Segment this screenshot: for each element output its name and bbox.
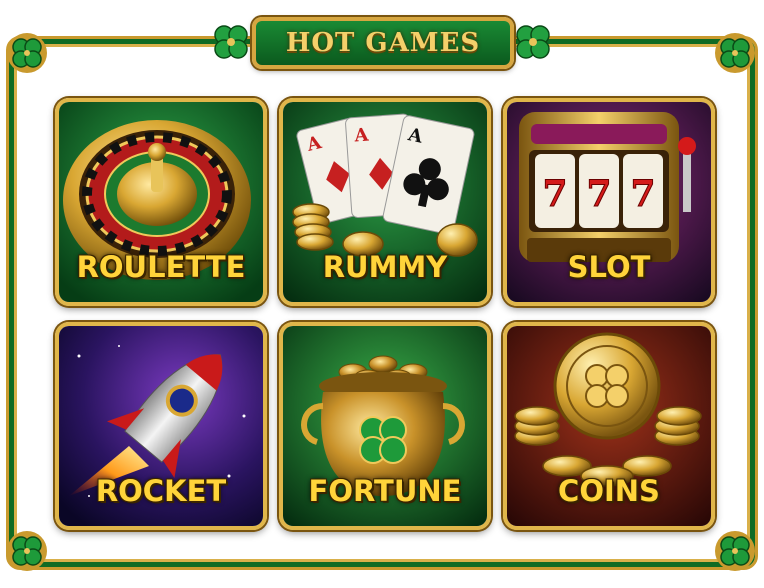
clover-corner-icon — [715, 33, 755, 73]
game-tile-coins[interactable]: COINS — [503, 322, 715, 530]
svg-text:7: 7 — [586, 173, 611, 215]
game-tile-roulette[interactable]: ROULETTE — [55, 98, 267, 306]
svg-text:A: A — [353, 125, 370, 147]
game-tile-rummy[interactable]: A A A RUMMY — [279, 98, 491, 306]
game-tile-slot[interactable]: 7 7 7 SLOT — [503, 98, 715, 306]
title-banner: HOT GAMES — [252, 17, 514, 69]
clover-corner-icon — [7, 531, 47, 571]
game-label: FORTUNE — [308, 474, 462, 508]
svg-text:7: 7 — [542, 173, 567, 215]
clover-icon — [516, 25, 550, 59]
clover-corner-icon — [7, 33, 47, 73]
game-label: COINS — [558, 474, 660, 508]
clover-icon — [214, 25, 248, 59]
game-label: SLOT — [567, 250, 651, 284]
game-tile-rocket[interactable]: ROCKET — [55, 322, 267, 530]
svg-text:7: 7 — [630, 173, 655, 215]
game-label: ROCKET — [95, 474, 227, 508]
game-label: RUMMY — [322, 250, 448, 284]
game-tile-fortune[interactable]: FORTUNE — [279, 322, 491, 530]
game-label: ROULETTE — [76, 250, 246, 284]
clover-corner-icon — [715, 531, 755, 571]
page-title: HOT GAMES — [285, 28, 481, 58]
